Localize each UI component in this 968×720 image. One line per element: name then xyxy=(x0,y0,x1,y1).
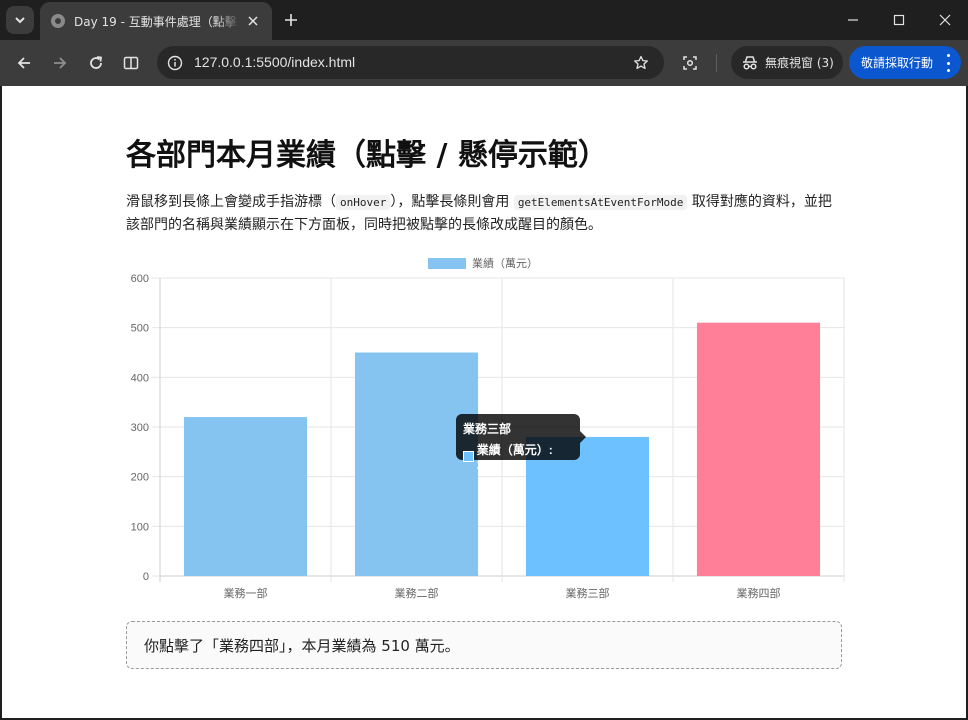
code-get-elements: getElementsAtEventForMode xyxy=(513,195,688,210)
y-tick-label: 600 xyxy=(131,273,149,285)
address-bar[interactable]: 127.0.0.1:5500/index.html xyxy=(157,46,664,79)
y-tick-label: 200 xyxy=(131,472,149,484)
legend-swatch xyxy=(428,258,466,269)
reload-icon xyxy=(90,56,103,69)
page-viewport: 各部門本月業績（點擊 / 懸停示範） 滑鼠移到長條上會變成手指游標（ onHove… xyxy=(2,86,966,718)
incognito-button[interactable]: 無痕視窗 (3) xyxy=(731,46,843,79)
tooltip-label: 業績（萬元）: 280 xyxy=(476,443,553,472)
bar[interactable] xyxy=(354,352,479,577)
arrow-right-icon xyxy=(54,57,67,69)
reload-button[interactable] xyxy=(82,49,110,77)
tooltip-arrow xyxy=(580,431,586,443)
more-vert-icon[interactable] xyxy=(945,54,951,72)
take-action-button[interactable]: 敬請採取行動 xyxy=(849,46,961,79)
lens-icon xyxy=(683,56,697,70)
close-icon xyxy=(939,14,951,26)
incognito-icon xyxy=(743,55,757,70)
url-text[interactable]: 127.0.0.1:5500/index.html xyxy=(194,54,355,70)
page-title: 各部門本月業績（點擊 / 懸停示範） xyxy=(126,138,608,173)
tooltip-color-swatch xyxy=(463,451,474,462)
tab-close-button[interactable] xyxy=(245,12,262,30)
result-panel: 你點擊了「業務四部」，本月業績為 510 萬元。 xyxy=(126,621,842,669)
toolbar-divider xyxy=(716,54,717,72)
desc-text-2: ），點擊長條則會用 xyxy=(390,194,510,210)
tab-title: Day 19 - 互動事件處理（點擊 / 懸停） xyxy=(74,14,241,29)
page-description: 滑鼠移到長條上會變成手指游標（ onHover ），點擊長條則會用 getEleme… xyxy=(126,191,842,236)
split-view-button[interactable] xyxy=(117,49,145,77)
code-onhover: onHover xyxy=(336,195,391,210)
chevron-down-icon xyxy=(15,17,25,24)
y-tick-label: 0 xyxy=(143,571,149,583)
x-tick-label: 業務三部 xyxy=(566,586,610,600)
bar[interactable] xyxy=(183,417,308,576)
lens-button[interactable] xyxy=(676,49,704,77)
tab-search-button[interactable] xyxy=(6,6,34,34)
plus-icon xyxy=(285,14,297,26)
y-tick-label: 100 xyxy=(131,521,149,533)
y-tick-label: 300 xyxy=(131,422,149,434)
tooltip-title: 業務三部 xyxy=(463,422,512,436)
site-info-icon[interactable] xyxy=(163,51,187,75)
split-view-icon xyxy=(123,56,139,70)
desc-text-1: 滑鼠移到長條上會變成手指游標（ xyxy=(126,194,336,210)
tooltip-row: 業績（萬元）: 280 xyxy=(463,441,573,472)
take-action-label: 敬請採取行動 xyxy=(861,56,934,70)
bookmark-star-icon[interactable] xyxy=(630,52,652,74)
close-window-button[interactable] xyxy=(922,4,968,36)
minimize-button[interactable] xyxy=(830,4,876,36)
maximize-icon xyxy=(893,14,905,26)
browser-toolbar: 127.0.0.1:5500/index.html 無痕視窗 (3) 敬請採取行… xyxy=(0,40,968,86)
chart-tooltip: 業務三部 業績（萬元）: 280 xyxy=(456,414,586,472)
x-tick-label: 業務二部 xyxy=(395,586,439,600)
back-button[interactable] xyxy=(10,49,38,77)
arrow-left-icon xyxy=(17,57,30,69)
tab-strip: Day 19 - 互動事件處理（點擊 / 懸停） xyxy=(0,0,968,40)
maximize-button[interactable] xyxy=(876,4,922,36)
forward-button[interactable] xyxy=(46,49,74,77)
browser-tab[interactable]: Day 19 - 互動事件處理（點擊 / 懸停） xyxy=(40,2,272,40)
y-tick-label: 400 xyxy=(131,372,149,384)
minimize-icon xyxy=(848,19,858,21)
incognito-label: 無痕視窗 (3) xyxy=(765,56,834,70)
x-tick-label: 業務一部 xyxy=(224,586,268,600)
y-tick-label: 500 xyxy=(131,323,149,335)
bar[interactable] xyxy=(696,322,821,576)
chart-container[interactable]: 業績（萬元） 0 100 200 300 400 500 600 業務一部 業務二部 業務三部 業務四… xyxy=(126,246,846,606)
result-text: 你點擊了「業務四部」，本月業績為 510 萬元。 xyxy=(144,637,460,655)
close-icon xyxy=(248,16,258,26)
x-tick-label: 業務四部 xyxy=(737,586,781,600)
globe-icon xyxy=(50,13,66,29)
legend-label: 業績（萬元） xyxy=(472,256,538,270)
new-tab-button[interactable] xyxy=(281,10,301,30)
